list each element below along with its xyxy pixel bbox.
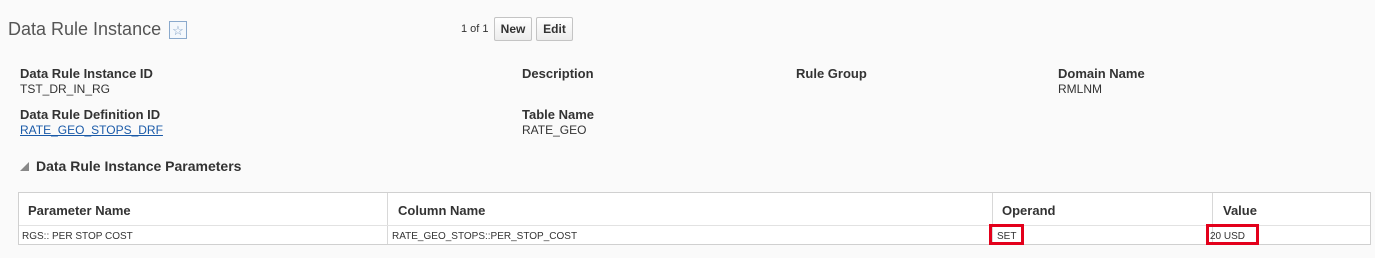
domain-name-label: Domain Name [1058, 66, 1145, 81]
value-highlight-box [1206, 224, 1259, 245]
column-header-value[interactable]: Value [1223, 203, 1257, 218]
cell-parameter-name[interactable]: RGS:: PER STOP COST [22, 231, 133, 242]
description-field: Description [522, 66, 594, 82]
parameters-section-toggle[interactable]: Data Rule Instance Parameters [20, 158, 241, 174]
instance-id-field: Data Rule Instance ID TST_DR_IN_RG [20, 66, 153, 96]
new-button[interactable]: New [494, 17, 532, 41]
collapse-triangle-icon [20, 161, 29, 171]
parameters-section-title: Data Rule Instance Parameters [36, 158, 242, 174]
operand-highlight-box [989, 224, 1024, 245]
instance-id-value: TST_DR_IN_RG [20, 82, 111, 96]
domain-name-field: Domain Name RMLNM [1058, 66, 1145, 96]
cell-column-name[interactable]: RATE_GEO_STOPS::PER_STOP_COST [392, 231, 577, 242]
definition-id-field: Data Rule Definition ID RATE_GEO_STOPS_D… [20, 107, 163, 137]
column-header-parameter-name[interactable]: Parameter Name [28, 203, 131, 218]
instance-id-label: Data Rule Instance ID [20, 66, 153, 81]
description-label: Description [522, 66, 594, 81]
definition-id-link[interactable]: RATE_GEO_STOPS_DRF [20, 123, 163, 137]
rule-group-field: Rule Group [796, 66, 867, 82]
column-divider [387, 193, 388, 244]
page-header: Data Rule Instance ☆ 1 of 1 New Edit [0, 0, 1375, 60]
table-name-label: Table Name [522, 107, 595, 122]
record-pager: 1 of 1 [461, 23, 489, 35]
favorite-star-icon[interactable]: ☆ [169, 21, 187, 39]
column-header-column-name[interactable]: Column Name [398, 203, 485, 218]
parameters-table: Parameter Name Column Name Operand Value… [18, 192, 1371, 245]
column-header-operand[interactable]: Operand [1002, 203, 1055, 218]
table-name-field: Table Name RATE_GEO [522, 107, 594, 137]
table-name-value: RATE_GEO [522, 123, 587, 137]
page-title: Data Rule Instance [8, 19, 162, 39]
edit-button[interactable]: Edit [536, 17, 573, 41]
domain-name-value: RMLNM [1058, 82, 1102, 96]
definition-id-label: Data Rule Definition ID [20, 107, 161, 122]
header-divider [19, 225, 1370, 226]
rule-group-label: Rule Group [796, 66, 867, 81]
